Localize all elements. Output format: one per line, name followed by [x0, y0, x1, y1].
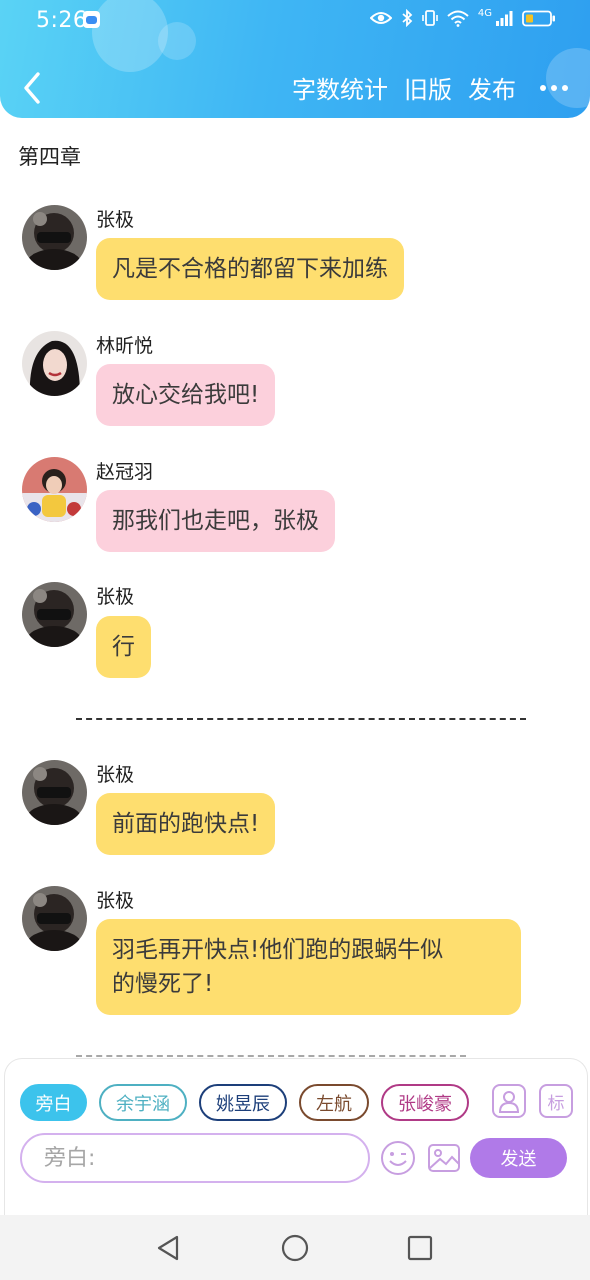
role-chip-yuyuhan[interactable]: 余宇涵	[99, 1084, 187, 1121]
system-nav-bar	[0, 1215, 590, 1280]
header-decor-bubble	[158, 22, 196, 60]
image-icon[interactable]	[426, 1140, 462, 1176]
nav-recents-icon[interactable]	[405, 1233, 435, 1263]
avatar-zhangji[interactable]	[22, 582, 87, 647]
sender-name: 张极	[96, 764, 135, 786]
message-bubble[interactable]: 行	[96, 616, 151, 678]
role-chip-zuohang[interactable]: 左航	[299, 1084, 369, 1121]
sender-name: 张极	[96, 890, 135, 912]
emoji-icon[interactable]	[380, 1140, 416, 1176]
bluetooth-icon	[402, 9, 413, 27]
message-bubble[interactable]: 羽毛再开快点!他们跑的跟蜗牛似 的慢死了!	[96, 919, 521, 1015]
avatar-linxinyue[interactable]	[22, 331, 87, 396]
battery-icon	[522, 10, 555, 26]
vibrate-icon	[422, 10, 438, 26]
message-bubble[interactable]: 放心交给我吧!	[96, 364, 276, 426]
avatar-zhangji[interactable]	[22, 760, 87, 825]
role-chip-narration[interactable]: 旁白	[20, 1084, 87, 1121]
contact-icon[interactable]	[492, 1084, 526, 1118]
avatar-zhaoguanyu[interactable]	[22, 457, 87, 522]
role-chip-zhangjunhao[interactable]: 张峻豪	[381, 1084, 469, 1121]
avatar-zhangji[interactable]	[22, 886, 87, 951]
nav-home-icon[interactable]	[280, 1233, 310, 1263]
message-text-line: 羽毛再开快点!他们跑的跟蜗牛似	[112, 937, 444, 963]
sender-name: 赵冠羽	[96, 461, 154, 483]
wifi-icon	[447, 10, 469, 27]
message-bubble[interactable]: 前面的跑快点!	[96, 793, 276, 855]
chapter-title: 第四章	[18, 145, 81, 169]
scene-divider	[76, 718, 526, 720]
header-decor-bubble	[92, 0, 168, 72]
message-bubble[interactable]: 那我们也走吧，张极	[96, 490, 335, 552]
more-dots-icon[interactable]	[540, 79, 568, 97]
send-button[interactable]: 发送	[470, 1138, 567, 1178]
message-input-wrapper	[20, 1133, 370, 1183]
word-count-button[interactable]: 字数统计	[292, 70, 388, 105]
chat-editor-screen: 5:26 4G 字数统计 旧版 发布 第四章 张极 凡是不合格的都留下来加练 林…	[0, 0, 590, 1280]
signal-icon	[496, 10, 513, 26]
back-arrow-icon[interactable]	[18, 68, 48, 108]
scene-divider	[76, 1055, 466, 1057]
message-input[interactable]	[44, 1145, 344, 1171]
status-icons: 4G	[369, 7, 556, 27]
app-header: 5:26 4G 字数统计 旧版 发布	[0, 0, 590, 118]
status-time: 5:26	[36, 8, 88, 33]
network-type-label: 4G	[477, 7, 492, 19]
eye-icon	[369, 12, 392, 24]
sender-name: 林昕悦	[96, 335, 154, 357]
old-version-button[interactable]: 旧版	[404, 70, 452, 105]
message-bubble[interactable]: 凡是不合格的都留下来加练	[96, 238, 404, 300]
sender-name: 张极	[96, 586, 135, 608]
avatar-zhangji[interactable]	[22, 205, 87, 270]
publish-button[interactable]: 发布	[468, 70, 516, 105]
nav-back-icon[interactable]	[153, 1233, 183, 1263]
role-chip-yaoyuchen[interactable]: 姚昱辰	[199, 1084, 287, 1121]
app-notification-icon	[83, 11, 100, 28]
label-button[interactable]: 标	[539, 1084, 573, 1118]
message-text-line: 的慢死了!	[112, 971, 214, 997]
header-actions: 字数统计 旧版 发布	[276, 70, 568, 105]
sender-name: 张极	[96, 209, 135, 231]
